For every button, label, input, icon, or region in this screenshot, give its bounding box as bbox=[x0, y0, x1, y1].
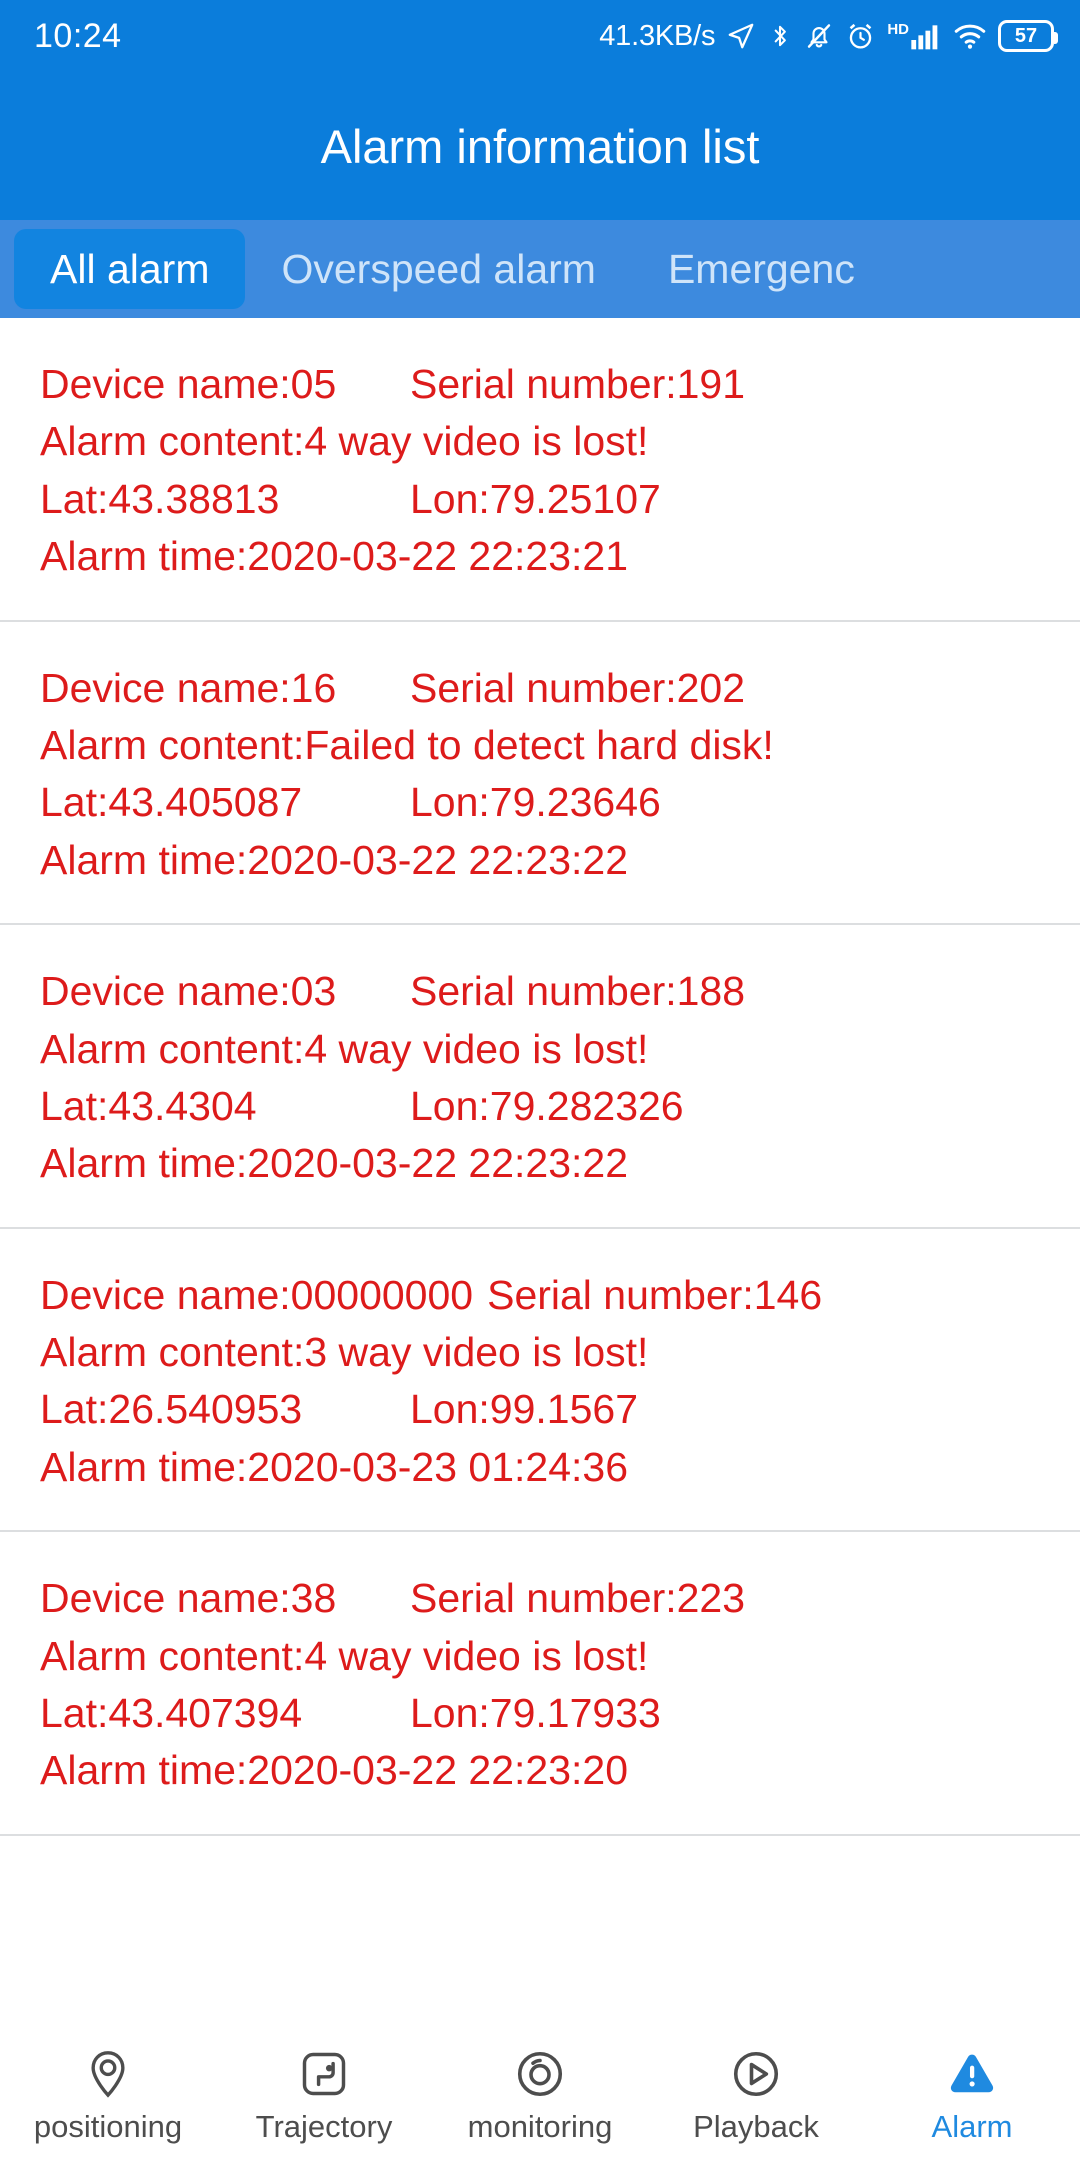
status-bar-clock: 10:24 bbox=[34, 16, 122, 55]
nav-item-alarm[interactable]: Alarm bbox=[864, 2043, 1080, 2142]
status-bar-icons: 41.3KB/s HD 57 bbox=[599, 19, 1058, 53]
device-name: Device name:05 bbox=[40, 361, 337, 407]
latitude: Lat:43.405087 bbox=[40, 779, 303, 826]
nav-item-monitoring[interactable]: monitoring bbox=[432, 2043, 648, 2142]
alarm-identity-row: Device name:38 Serial number:223 bbox=[0, 1570, 1080, 1627]
latitude: Lat:43.407394 bbox=[40, 1690, 303, 1737]
longitude: Lon:79.282326 bbox=[410, 1082, 684, 1129]
alarm-time: Alarm time:2020-03-22 22:23:22 bbox=[40, 836, 629, 883]
alarm-content: Alarm content:Failed to detect hard disk… bbox=[40, 721, 774, 768]
nav-label: monitoring bbox=[467, 2109, 613, 2144]
serial-number: Serial number:188 bbox=[410, 968, 746, 1015]
nav-label: Trajectory bbox=[255, 2109, 393, 2144]
alarm-identity-row: Device name:16 Serial number:202 bbox=[0, 660, 1080, 717]
alarm-time: Alarm time:2020-03-22 22:23:22 bbox=[40, 1140, 629, 1187]
latitude: Lat:43.38813 bbox=[40, 475, 280, 522]
device-name: Device name:16 bbox=[40, 664, 337, 711]
alarm-identity-row: Device name:05 Serial number:191 bbox=[0, 356, 1080, 413]
tab-overspeed-alarm[interactable]: Overspeed alarm bbox=[245, 229, 631, 309]
alarm-content: Alarm content:4 way video is lost! bbox=[40, 1632, 649, 1679]
tab-bar[interactable]: All alarm Overspeed alarm Emergenc bbox=[0, 220, 1080, 318]
device-name: Device name:03 bbox=[40, 968, 337, 1015]
camera-lens-icon bbox=[509, 2043, 571, 2105]
warning-triangle-icon bbox=[941, 2043, 1003, 2105]
alarm-list-item[interactable]: Device name:38 Serial number:223 Alarm c… bbox=[0, 1532, 1080, 1836]
wifi-icon bbox=[954, 24, 986, 49]
bluetooth-icon bbox=[774, 25, 787, 47]
latitude: Lat:43.4304 bbox=[40, 1082, 257, 1129]
longitude: Lon:79.23646 bbox=[410, 779, 661, 826]
status-bar: 10:24 41.3KB/s HD 57 bbox=[0, 0, 1080, 72]
alarm-time: Alarm time:2020-03-23 01:24:36 bbox=[40, 1443, 629, 1490]
trajectory-icon bbox=[293, 2043, 355, 2105]
bottom-navigation[interactable]: positioning Trajectory monitoring Playba… bbox=[0, 2025, 1080, 2160]
alarm-time: Alarm time:2020-03-22 22:23:20 bbox=[40, 1747, 629, 1794]
tab-emergency-alarm[interactable]: Emergenc bbox=[632, 229, 891, 309]
nav-label: Playback bbox=[693, 2109, 819, 2144]
network-speed-text: 41.3KB/s bbox=[599, 19, 716, 52]
alarm-identity-row: Device name:00000000 Serial number:146 bbox=[0, 1267, 1080, 1324]
serial-number: Serial number:146 bbox=[487, 1271, 823, 1318]
alarm-content: Alarm content:4 way video is lost! bbox=[40, 418, 649, 465]
nav-item-playback[interactable]: Playback bbox=[648, 2043, 864, 2142]
tab-all-alarm[interactable]: All alarm bbox=[14, 229, 246, 309]
serial-number: Serial number:202 bbox=[410, 664, 746, 711]
alarm-list-item[interactable]: Device name:03 Serial number:188 Alarm c… bbox=[0, 925, 1080, 1229]
device-name: Device name:38 bbox=[40, 1575, 337, 1622]
hd-label: HD bbox=[887, 21, 909, 38]
location-arrow-icon bbox=[728, 23, 754, 49]
alarm-coords-row: Lat:26.540953 Lon:99.1567 bbox=[0, 1381, 1080, 1438]
alarm-list[interactable]: Device name:05 Serial number:191 Alarm c… bbox=[0, 318, 1080, 2160]
nav-item-positioning[interactable]: positioning bbox=[0, 2043, 216, 2142]
longitude: Lon:79.25107 bbox=[410, 475, 661, 522]
serial-number: Serial number:223 bbox=[410, 1575, 746, 1622]
alarm-coords-row: Lat:43.405087 Lon:79.23646 bbox=[0, 774, 1080, 831]
alarm-coords-row: Lat:43.407394 Lon:79.17933 bbox=[0, 1685, 1080, 1742]
device-name: Device name:00000000 bbox=[40, 1271, 474, 1318]
alarm-list-item[interactable]: Device name:05 Serial number:191 Alarm c… bbox=[0, 318, 1080, 622]
nav-label: Alarm bbox=[931, 2109, 1013, 2144]
nav-item-trajectory[interactable]: Trajectory bbox=[216, 2043, 432, 2142]
map-pin-icon bbox=[77, 2043, 139, 2105]
alarm-content: Alarm content:4 way video is lost! bbox=[40, 1025, 649, 1072]
mute-bell-icon bbox=[808, 24, 831, 48]
app-screen: 10:24 41.3KB/s HD 57 Alarm information l… bbox=[0, 0, 1080, 2160]
longitude: Lon:99.1567 bbox=[410, 1386, 639, 1433]
latitude: Lat:26.540953 bbox=[40, 1386, 303, 1433]
page-title: Alarm information list bbox=[320, 119, 760, 173]
alarm-time: Alarm time:2020-03-22 22:23:21 bbox=[40, 533, 629, 580]
signal-bars-icon: HD bbox=[887, 21, 942, 51]
alarm-list-item[interactable]: Device name:00000000 Serial number:146 A… bbox=[0, 1229, 1080, 1533]
app-header: Alarm information list bbox=[0, 72, 1080, 220]
battery-level: 57 bbox=[1014, 25, 1038, 47]
play-circle-icon bbox=[725, 2043, 787, 2105]
alarm-identity-row: Device name:03 Serial number:188 bbox=[0, 963, 1080, 1020]
alarm-coords-row: Lat:43.4304 Lon:79.282326 bbox=[0, 1078, 1080, 1135]
alarm-coords-row: Lat:43.38813 Lon:79.25107 bbox=[0, 471, 1080, 528]
battery-icon: 57 bbox=[998, 20, 1058, 52]
nav-label: positioning bbox=[33, 2109, 183, 2144]
alarm-content: Alarm content:3 way video is lost! bbox=[40, 1329, 649, 1376]
alarm-list-item[interactable]: Device name:16 Serial number:202 Alarm c… bbox=[0, 622, 1080, 926]
longitude: Lon:79.17933 bbox=[410, 1690, 661, 1737]
serial-number: Serial number:191 bbox=[410, 361, 746, 407]
alarm-clock-icon bbox=[850, 23, 872, 49]
